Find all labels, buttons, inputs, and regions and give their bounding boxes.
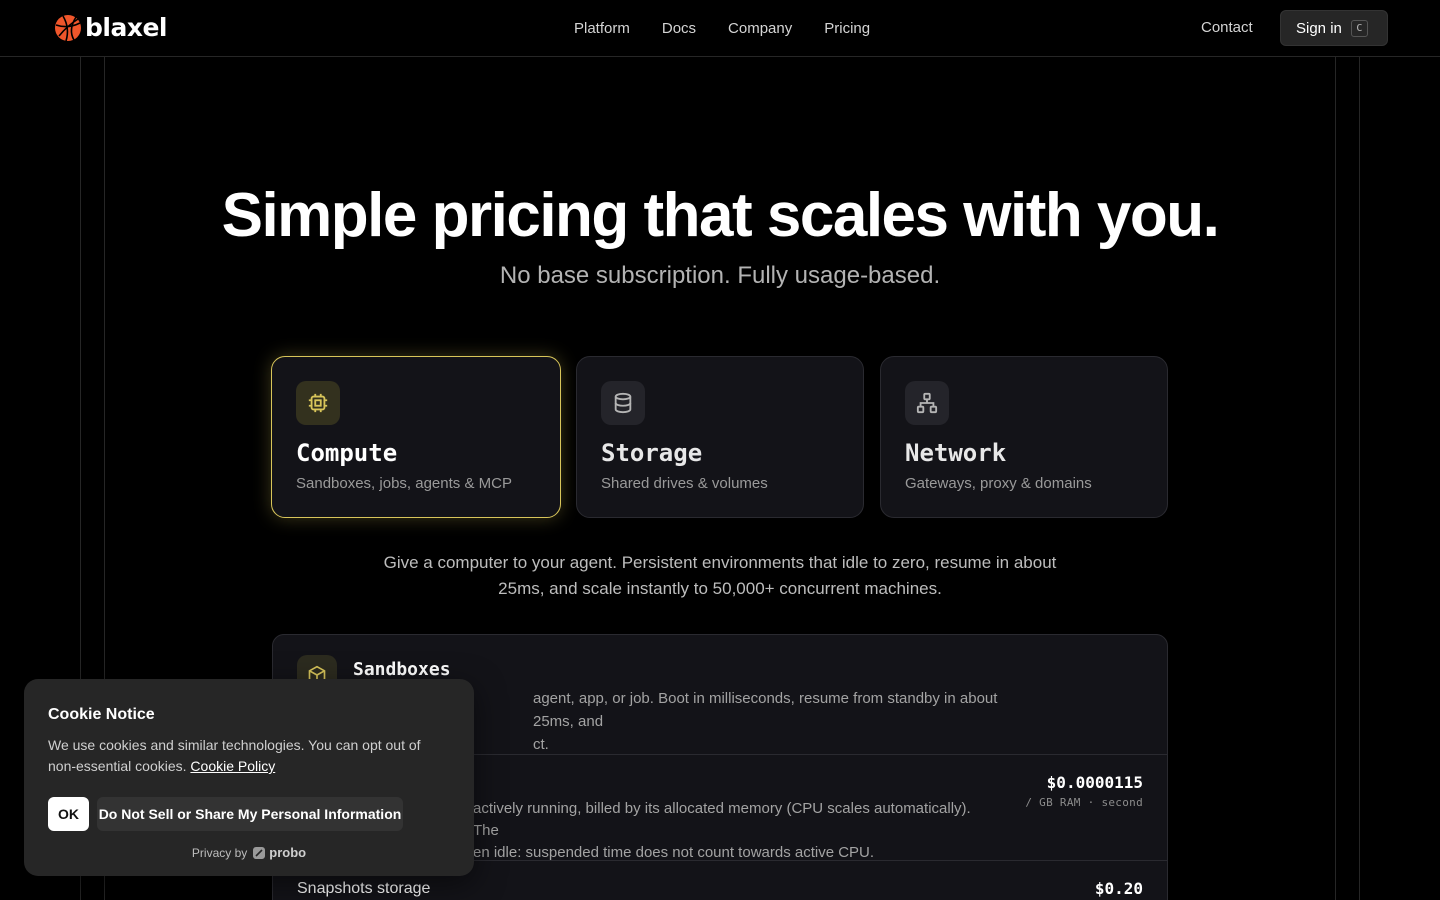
- category-desc: Gateways, proxy & domains: [905, 475, 1092, 492]
- blaxel-logo-icon: [55, 15, 81, 42]
- cookie-ok-button[interactable]: OK: [48, 797, 89, 831]
- nav-docs[interactable]: Docs: [646, 20, 712, 37]
- database-icon: [601, 381, 645, 425]
- category-desc: Sandboxes, jobs, agents & MCP: [296, 475, 512, 492]
- privacy-by: Privacy by probo: [24, 845, 474, 860]
- main-nav: Platform Docs Company Pricing: [558, 0, 886, 56]
- price-value: $0.20: [1094, 879, 1143, 898]
- do-not-sell-button[interactable]: Do Not Sell or Share My Personal Informa…: [97, 797, 403, 831]
- cookie-policy-link[interactable]: Cookie Policy: [190, 758, 275, 774]
- network-icon: [905, 381, 949, 425]
- page-subtitle: No base subscription. Fully usage-based.: [499, 262, 941, 289]
- cpu-icon: [296, 381, 340, 425]
- probo-brand: probo: [269, 845, 307, 860]
- cookie-notice: Cookie Notice We use cookies and similar…: [24, 679, 474, 876]
- category-card-compute[interactable]: Compute Sandboxes, jobs, agents & MCP: [271, 356, 561, 518]
- category-card-storage[interactable]: Storage Shared drives & volumes: [576, 356, 864, 518]
- cookie-body: We use cookies and similar technologies.…: [48, 735, 448, 777]
- page-title: Simple pricing that scales with you.: [221, 181, 1220, 250]
- logo[interactable]: blaxel: [54, 13, 168, 42]
- nav-platform[interactable]: Platform: [558, 20, 646, 37]
- probo-icon: [253, 846, 266, 859]
- section-title: Sandboxes: [353, 659, 451, 680]
- site-header: blaxel Platform Docs Company Pricing Con…: [0, 0, 1440, 57]
- category-title: Storage: [601, 439, 703, 467]
- sign-in-button[interactable]: Sign in C: [1280, 10, 1388, 46]
- price-value: $0.0000115: [1046, 773, 1143, 792]
- price-row-title: Snapshots storage: [297, 880, 431, 897]
- contact-link[interactable]: Contact: [1201, 19, 1253, 36]
- sign-in-label: Sign in: [1296, 19, 1342, 37]
- probo-logo[interactable]: probo: [252, 845, 306, 860]
- logo-text: blaxel: [85, 13, 168, 42]
- category-title: Network: [905, 439, 1007, 467]
- price-unit: / GB RAM · second: [1025, 796, 1143, 809]
- category-title: Compute: [296, 439, 398, 467]
- privacy-by-label: Privacy by: [191, 845, 248, 860]
- cookie-title: Cookie Notice: [48, 706, 155, 723]
- category-card-network[interactable]: Network Gateways, proxy & domains: [880, 356, 1168, 518]
- keyboard-shortcut-badge: C: [1350, 19, 1368, 37]
- nav-company[interactable]: Company: [712, 20, 808, 37]
- category-desc: Shared drives & volumes: [601, 475, 768, 492]
- nav-pricing[interactable]: Pricing: [808, 20, 886, 37]
- compute-intro: Give a computer to your agent. Persisten…: [383, 553, 1057, 598]
